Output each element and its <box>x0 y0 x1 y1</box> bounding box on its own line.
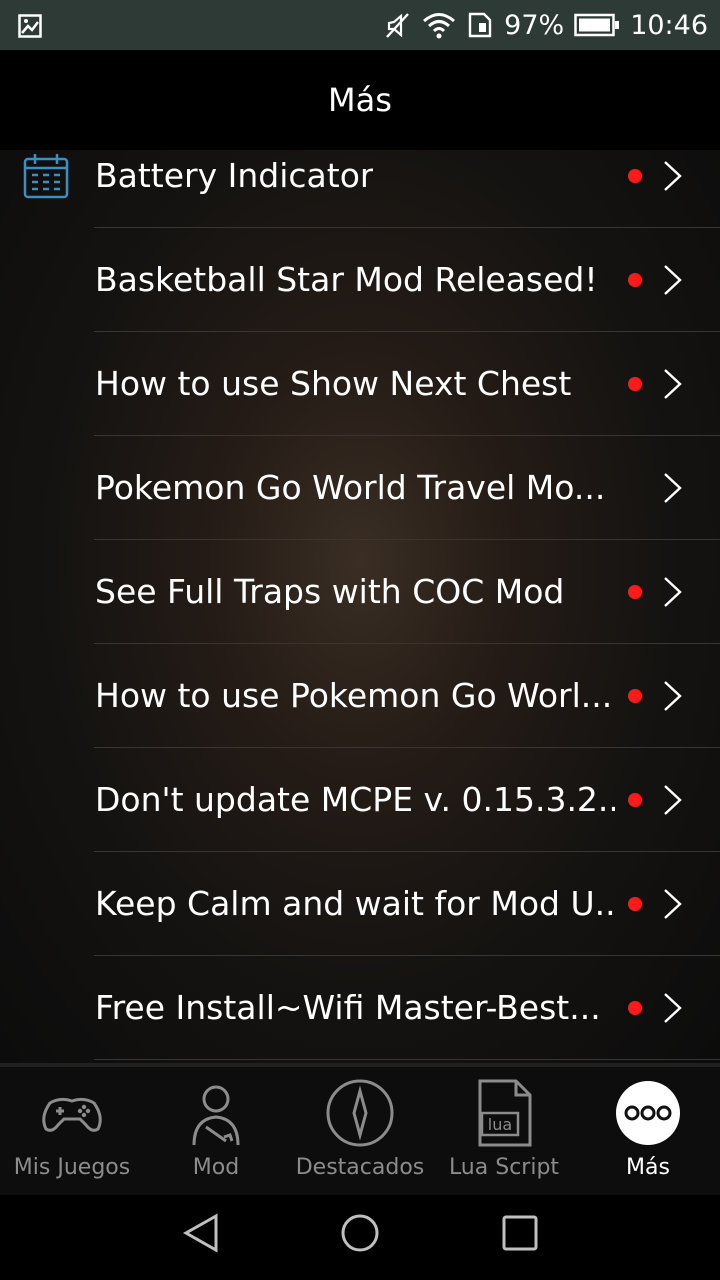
lua-file-icon: lua <box>478 1079 532 1147</box>
list-item-title: See Full Traps with COC Mod <box>95 572 565 611</box>
mute-icon <box>386 13 410 38</box>
gallery-icon <box>18 14 42 38</box>
battery-percent: 97% <box>504 9 565 41</box>
list-item[interactable]: Free Install~Wifi Master-Best... <box>94 956 720 1060</box>
chevron-right-icon <box>664 785 682 815</box>
news-list[interactable]: Battery Indicator Basketball Star Mod Rel… <box>0 150 720 1063</box>
list-item[interactable]: Keep Calm and wait for Mod U... <box>94 852 720 956</box>
list-item-title: How to use Show Next Chest <box>95 364 572 403</box>
wifi-icon <box>423 13 456 39</box>
lua-icon-text: lua <box>488 1115 512 1134</box>
chevron-right-icon <box>664 577 682 607</box>
calendar-icon <box>23 154 69 199</box>
tab-label: Destacados <box>295 1155 425 1180</box>
tab-mis-juegos[interactable]: Mis Juegos <box>0 1067 144 1195</box>
unread-dot <box>628 273 642 287</box>
list-item[interactable]: How to use Show Next Chest <box>94 332 720 436</box>
page-header: Más <box>0 50 720 151</box>
more-icon <box>616 1081 680 1145</box>
status-bar: 97% 10:46 <box>0 0 720 50</box>
tab-mas[interactable]: Más <box>576 1067 720 1195</box>
gamepad-icon <box>42 1097 102 1132</box>
list-item-title: Pokemon Go World Travel Mo... <box>95 468 606 507</box>
list-item-title: How to use Pokemon Go Worl... <box>95 676 613 715</box>
list-item-title: Keep Calm and wait for Mod U... <box>95 884 615 923</box>
chevron-right-icon <box>664 681 682 711</box>
chevron-right-icon <box>664 993 682 1023</box>
battery-icon <box>574 13 620 37</box>
list-item[interactable]: Battery Indicator <box>94 150 720 228</box>
unread-dot <box>628 897 642 911</box>
back-icon[interactable] <box>182 1213 220 1253</box>
unread-dot <box>628 793 642 807</box>
list-item-title: Basketball Star Mod Released! <box>95 260 598 299</box>
list-item-title: Battery Indicator <box>95 156 374 195</box>
unread-dot <box>628 377 642 391</box>
tab-lua-script[interactable]: lua Lua Script <box>432 1067 576 1195</box>
list-item[interactable]: Pokemon Go World Travel Mo... <box>94 436 720 540</box>
sim-icon <box>468 12 492 38</box>
list-item[interactable]: See Full Traps with COC Mod <box>94 540 720 644</box>
compass-icon <box>326 1079 394 1147</box>
chevron-right-icon <box>664 473 682 503</box>
unread-dot <box>628 585 642 599</box>
tab-destacados[interactable]: Destacados <box>288 1067 432 1195</box>
tab-mod[interactable]: Mod <box>144 1067 288 1195</box>
system-nav-bar <box>0 1195 720 1280</box>
list-item[interactable]: Basketball Star Mod Released! <box>94 228 720 332</box>
list-item[interactable]: How to use Pokemon Go Worl... <box>94 644 720 748</box>
list-item-title: Don't update MCPE v. 0.15.3.2... <box>95 780 615 819</box>
tab-label: Más <box>626 1155 670 1180</box>
recents-icon[interactable] <box>502 1215 538 1251</box>
unread-dot <box>628 1001 642 1015</box>
chevron-right-icon <box>664 369 682 399</box>
tab-label: Mod <box>192 1155 240 1180</box>
list-item[interactable]: Don't update MCPE v. 0.15.3.2... <box>94 748 720 852</box>
person-wrench-icon <box>192 1085 240 1146</box>
chevron-right-icon <box>664 265 682 295</box>
unread-dot <box>628 689 642 703</box>
unread-dot <box>628 169 642 183</box>
clock: 10:46 <box>630 9 708 41</box>
bottom-tab-bar: Mis Juegos Mod Destacados lua Lua Script <box>0 1063 720 1195</box>
home-icon[interactable] <box>340 1213 380 1253</box>
page-title: Más <box>328 81 392 119</box>
chevron-right-icon <box>664 889 682 919</box>
chevron-right-icon <box>664 161 682 191</box>
list-item-title: Free Install~Wifi Master-Best... <box>95 988 601 1027</box>
tab-label: Lua Script <box>448 1155 560 1180</box>
tab-label: Mis Juegos <box>13 1155 131 1180</box>
